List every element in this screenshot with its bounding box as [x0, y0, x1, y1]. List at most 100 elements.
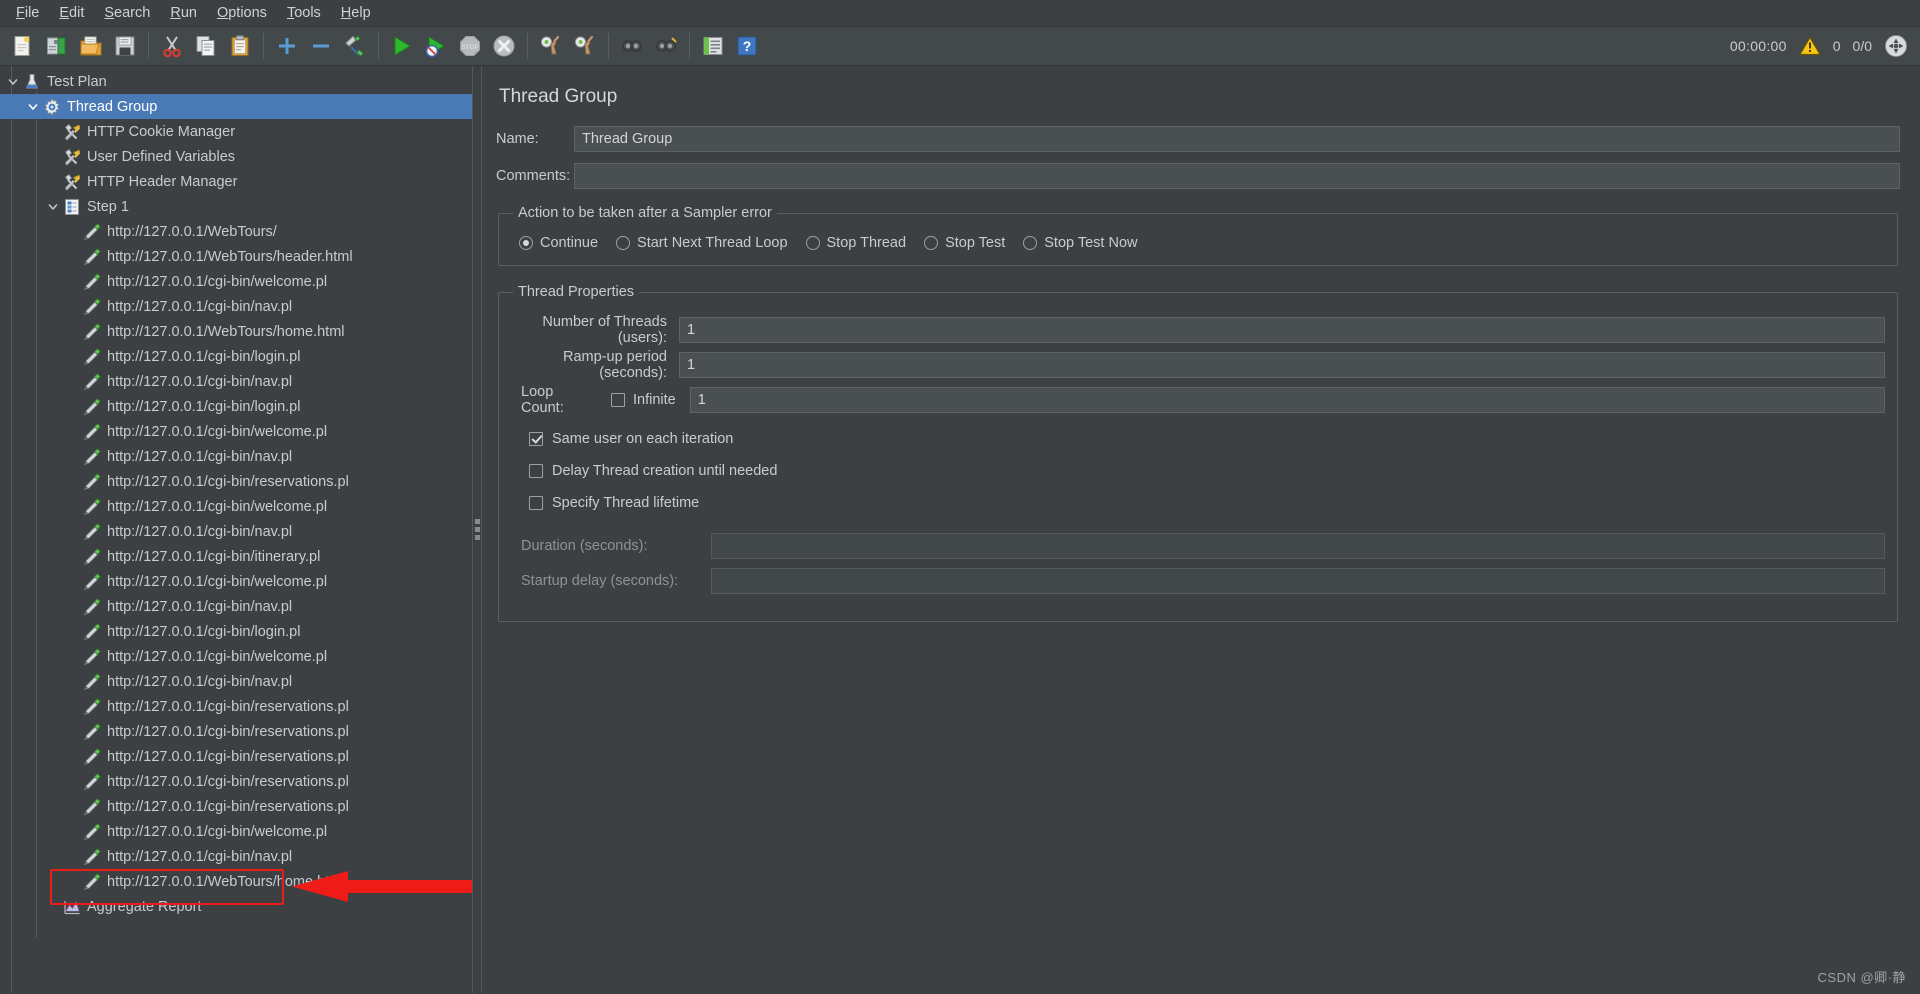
tree-node-23[interactable]: http://127.0.0.1/cgi-bin/welcome.pl — [0, 644, 472, 669]
http-sampler-icon — [82, 297, 102, 317]
delay-thread-checkbox[interactable] — [529, 464, 543, 478]
tree-node-13[interactable]: http://127.0.0.1/cgi-bin/login.pl — [0, 394, 472, 419]
help-icon[interactable]: ? — [731, 30, 763, 62]
tree-node-10[interactable]: http://127.0.0.1/WebTours/home.html — [0, 319, 472, 344]
start-icon[interactable] — [386, 30, 418, 62]
tree-node-29[interactable]: http://127.0.0.1/cgi-bin/reservations.pl — [0, 794, 472, 819]
radio-option-2[interactable]: Stop Thread — [805, 235, 906, 251]
clear-all-icon[interactable] — [650, 30, 682, 62]
num-threads-input[interactable] — [679, 317, 1885, 343]
specify-lifetime-checkbox[interactable] — [529, 496, 543, 510]
paste-icon[interactable] — [224, 30, 256, 62]
tree-node-1[interactable]: Thread Group — [0, 94, 472, 119]
radio-button[interactable] — [924, 236, 939, 250]
new-icon[interactable] — [7, 30, 39, 62]
radio-option-4[interactable]: Stop Test Now — [1023, 235, 1138, 251]
radio-button[interactable] — [616, 236, 631, 250]
clear-icon[interactable] — [616, 30, 648, 62]
tree-node-31[interactable]: http://127.0.0.1/cgi-bin/nav.pl — [0, 844, 472, 869]
tree-node-17[interactable]: http://127.0.0.1/cgi-bin/welcome.pl — [0, 494, 472, 519]
chevron-down-icon[interactable] — [4, 73, 22, 91]
radio-button[interactable] — [1023, 236, 1038, 250]
warning-icon[interactable] — [1799, 36, 1821, 56]
expand-all-icon[interactable] — [271, 30, 303, 62]
chevron-down-icon[interactable] — [44, 198, 62, 216]
config-element-icon — [62, 122, 82, 142]
tree-node-12[interactable]: http://127.0.0.1/cgi-bin/nav.pl — [0, 369, 472, 394]
radio-option-1[interactable]: Start Next Thread Loop — [616, 235, 788, 251]
remote-stop-all-icon[interactable] — [569, 30, 601, 62]
tree-twisty-placeholder — [44, 123, 62, 141]
radio-option-0[interactable]: Continue — [519, 235, 598, 251]
cut-icon[interactable] — [156, 30, 188, 62]
tree-node-22[interactable]: http://127.0.0.1/cgi-bin/login.pl — [0, 619, 472, 644]
templates-icon[interactable] — [41, 30, 73, 62]
name-input[interactable] — [574, 126, 1900, 152]
comments-input[interactable] — [574, 163, 1900, 189]
shutdown-icon[interactable] — [488, 30, 520, 62]
radio-option-3[interactable]: Stop Test — [924, 235, 1005, 251]
tree-node-16[interactable]: http://127.0.0.1/cgi-bin/reservations.pl — [0, 469, 472, 494]
tree-node-24[interactable]: http://127.0.0.1/cgi-bin/nav.pl — [0, 669, 472, 694]
tree-node-30[interactable]: http://127.0.0.1/cgi-bin/welcome.pl — [0, 819, 472, 844]
function-helper-icon[interactable] — [697, 30, 729, 62]
http-sampler-icon — [82, 672, 102, 692]
tree-node-21[interactable]: http://127.0.0.1/cgi-bin/nav.pl — [0, 594, 472, 619]
duration-input[interactable] — [711, 533, 1885, 559]
tree-node-8[interactable]: http://127.0.0.1/cgi-bin/welcome.pl — [0, 269, 472, 294]
tree-node-20[interactable]: http://127.0.0.1/cgi-bin/welcome.pl — [0, 569, 472, 594]
menu-search[interactable]: Search — [94, 3, 160, 24]
menu-options[interactable]: Options — [207, 3, 277, 24]
tree-node-32[interactable]: http://127.0.0.1/WebTours/home.html — [0, 869, 472, 894]
tree-node-9[interactable]: http://127.0.0.1/cgi-bin/nav.pl — [0, 294, 472, 319]
tree-node-4[interactable]: HTTP Header Manager — [0, 169, 472, 194]
remote-start-all-icon[interactable] — [535, 30, 567, 62]
tree-node-6[interactable]: http://127.0.0.1/WebTours/ — [0, 219, 472, 244]
stop-icon[interactable]: STOP — [454, 30, 486, 62]
tree-node-19[interactable]: http://127.0.0.1/cgi-bin/itinerary.pl — [0, 544, 472, 569]
tree-node-3[interactable]: User Defined Variables — [0, 144, 472, 169]
tree-node-18[interactable]: http://127.0.0.1/cgi-bin/nav.pl — [0, 519, 472, 544]
menu-edit[interactable]: Edit — [49, 3, 94, 24]
thread-indicator-icon[interactable] — [1884, 34, 1908, 58]
same-user-checkbox[interactable] — [529, 432, 543, 446]
radio-button[interactable] — [805, 236, 820, 250]
same-user-row[interactable]: Same user on each iteration — [529, 423, 1885, 455]
rampup-input[interactable] — [679, 352, 1885, 378]
tree-node-28[interactable]: http://127.0.0.1/cgi-bin/reservations.pl — [0, 769, 472, 794]
tree-node-7[interactable]: http://127.0.0.1/WebTours/header.html — [0, 244, 472, 269]
copy-icon[interactable] — [190, 30, 222, 62]
specify-lifetime-row[interactable]: Specify Thread lifetime — [529, 487, 1885, 519]
tree-node-25[interactable]: http://127.0.0.1/cgi-bin/reservations.pl — [0, 694, 472, 719]
http-sampler-icon — [82, 872, 102, 892]
radio-button[interactable] — [519, 236, 533, 250]
save-icon[interactable] — [109, 30, 141, 62]
collapse-all-icon[interactable] — [305, 30, 337, 62]
tree-twisty-placeholder — [64, 473, 82, 491]
menu-tools[interactable]: Tools — [277, 3, 331, 24]
tree-node-27[interactable]: http://127.0.0.1/cgi-bin/reservations.pl — [0, 744, 472, 769]
tree-node-5[interactable]: Step 1 — [0, 194, 472, 219]
menu-file[interactable]: File — [6, 3, 49, 24]
tree-node-14[interactable]: http://127.0.0.1/cgi-bin/welcome.pl — [0, 419, 472, 444]
test-plan-tree[interactable]: Test Plan Thread Group HTTP Cookie Manager… — [0, 66, 472, 993]
tree-node-26[interactable]: http://127.0.0.1/cgi-bin/reservations.pl — [0, 719, 472, 744]
startup-delay-input[interactable] — [711, 568, 1885, 594]
infinite-checkbox-wrap[interactable]: Infinite — [611, 392, 676, 408]
open-icon[interactable] — [75, 30, 107, 62]
toggle-icon[interactable] — [339, 30, 371, 62]
menu-run[interactable]: Run — [160, 3, 207, 24]
tree-node-0[interactable]: Test Plan — [0, 69, 472, 94]
panel-splitter[interactable] — [472, 66, 482, 993]
tree-node-11[interactable]: http://127.0.0.1/cgi-bin/login.pl — [0, 344, 472, 369]
tree-node-2[interactable]: HTTP Cookie Manager — [0, 119, 472, 144]
infinite-checkbox[interactable] — [611, 393, 625, 407]
tree-node-15[interactable]: http://127.0.0.1/cgi-bin/nav.pl — [0, 444, 472, 469]
tree-node-33[interactable]: Aggregate Report — [0, 894, 472, 919]
chevron-down-icon[interactable] — [24, 98, 42, 116]
start-no-pauses-icon[interactable] — [420, 30, 452, 62]
delay-thread-row[interactable]: Delay Thread creation until needed — [529, 455, 1885, 487]
menu-help[interactable]: Help — [331, 3, 381, 24]
loop-count-input[interactable] — [689, 387, 1885, 413]
